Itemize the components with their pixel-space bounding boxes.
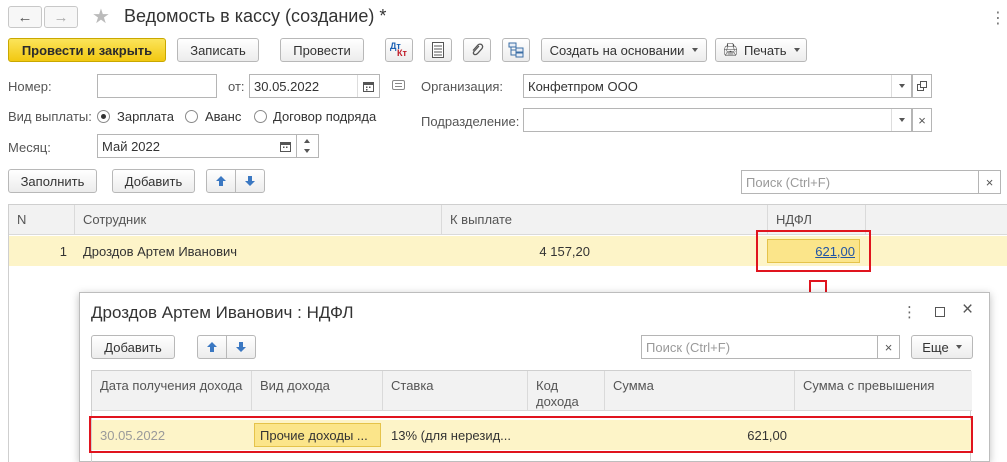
col-sum[interactable]: Сумма — [605, 371, 795, 410]
dropdown-button[interactable] — [891, 75, 911, 97]
cell-n: 1 — [59, 243, 67, 259]
col-income-code[interactable]: Код дохода — [528, 371, 605, 410]
fill-button[interactable]: Заполнить — [8, 169, 97, 193]
chevron-down-icon — [955, 345, 962, 349]
printer-icon: 🖨 — [722, 42, 739, 57]
chevron-down-icon — [898, 118, 905, 122]
journal-button[interactable] — [424, 38, 452, 62]
close-icon: × — [985, 174, 994, 190]
chevron-down-icon — [793, 48, 800, 52]
dialog-more-icon[interactable]: ⋮ — [902, 303, 917, 321]
post-and-close-button[interactable]: Провести и закрыть — [8, 38, 166, 62]
create-based-on-button[interactable]: Создать на основании — [541, 38, 707, 62]
clear-division-button[interactable]: × — [912, 108, 932, 132]
add-row-button[interactable]: Добавить — [112, 169, 195, 193]
calendar-icon[interactable] — [357, 75, 379, 97]
move-down-button[interactable] — [235, 169, 265, 193]
paperclip-icon — [472, 43, 484, 56]
col-employee[interactable]: Сотрудник — [75, 205, 442, 234]
step-down-icon[interactable] — [304, 149, 310, 153]
arrow-down-icon — [245, 176, 255, 186]
maximize-icon[interactable] — [935, 307, 945, 317]
comment-icon[interactable] — [392, 80, 405, 90]
table-search-input[interactable]: Поиск (Ctrl+F) — [741, 170, 979, 194]
chevron-down-icon — [898, 84, 905, 88]
save-button[interactable]: Записать — [177, 38, 259, 62]
dialog-search-clear-button[interactable]: × — [878, 335, 900, 359]
favorite-star-icon[interactable]: ★ — [92, 4, 110, 29]
cell-employee: Дроздов Артем Иванович — [83, 243, 238, 259]
forward-button[interactable]: → — [44, 6, 78, 28]
organization-input[interactable]: Конфетпром ООО — [523, 74, 912, 98]
dt-kt-icon: Дт Кт — [390, 41, 407, 58]
move-up-button[interactable] — [206, 169, 236, 193]
annotation-dialog-row-highlight — [89, 416, 973, 453]
date-input[interactable]: 30.05.2022 — [249, 74, 380, 98]
number-label: Номер: — [8, 79, 52, 94]
month-label: Месяц: — [8, 140, 51, 155]
number-input[interactable] — [97, 74, 217, 98]
close-icon: × — [918, 112, 926, 128]
radio-advance-label[interactable]: Аванс — [205, 109, 241, 124]
radio-contract[interactable] — [254, 110, 267, 123]
arrow-up-icon — [207, 342, 217, 352]
close-icon: × — [884, 339, 893, 355]
table-list-icon — [432, 42, 444, 58]
hierarchy-icon — [508, 42, 524, 58]
col-income-date[interactable]: Дата получения дохода — [92, 371, 252, 410]
month-input[interactable]: Май 2022 — [97, 134, 297, 158]
structure-button[interactable] — [502, 38, 530, 62]
radio-salary[interactable] — [97, 110, 110, 123]
radio-contract-label[interactable]: Договор подряда — [273, 109, 376, 124]
step-up-icon[interactable] — [304, 139, 310, 143]
col-n[interactable]: N — [9, 205, 75, 234]
open-organization-button[interactable] — [912, 74, 932, 98]
col-excess-sum[interactable]: Сумма с превышения — [795, 371, 972, 410]
division-input[interactable] — [523, 108, 912, 132]
radio-salary-label[interactable]: Зарплата — [117, 109, 174, 124]
open-external-icon — [917, 81, 927, 91]
arrow-right-icon: → — [53, 8, 69, 26]
dialog-title: Дроздов Артем Иванович : НДФЛ — [91, 303, 354, 322]
cell-to-pay: 4 157,20 — [539, 243, 590, 259]
arrow-down-icon — [236, 342, 246, 352]
attach-button[interactable] — [463, 38, 491, 62]
dt-kt-button[interactable]: Дт Кт — [385, 38, 413, 62]
calendar-icon[interactable] — [274, 135, 296, 157]
radio-advance[interactable] — [185, 110, 198, 123]
organization-label: Организация: — [421, 79, 504, 94]
annotation-ndfl-highlight — [756, 230, 871, 272]
dropdown-button[interactable] — [891, 109, 911, 131]
col-rate[interactable]: Ставка — [383, 371, 528, 410]
dialog-table-header: Дата получения дохода Вид дохода Ставка … — [92, 371, 972, 411]
title-bar: ← → ★ Ведомость в кассу (создание) * ⋮ — [0, 0, 1007, 34]
arrow-left-icon: ← — [17, 8, 33, 26]
post-button[interactable]: Провести — [280, 38, 364, 62]
date-label: от: — [228, 79, 245, 94]
dialog-move-down-button[interactable] — [226, 335, 256, 359]
dialog-more-button[interactable]: Еще — [911, 335, 973, 359]
close-icon[interactable]: × — [962, 299, 973, 321]
division-label: Подразделение: — [421, 114, 520, 129]
dialog-move-up-button[interactable] — [197, 335, 227, 359]
arrow-up-icon — [216, 176, 226, 186]
window-more-icon[interactable]: ⋮ — [990, 8, 1006, 28]
payment-type-label: Вид выплаты: — [8, 109, 92, 124]
dialog-add-button[interactable]: Добавить — [91, 335, 175, 359]
col-to-pay[interactable]: К выплате — [442, 205, 768, 234]
month-stepper[interactable] — [297, 134, 319, 158]
dialog-search-input[interactable]: Поиск (Ctrl+F) — [641, 335, 878, 359]
col-income-type[interactable]: Вид дохода — [252, 371, 383, 410]
back-button[interactable]: ← — [8, 6, 42, 28]
window-title: Ведомость в кассу (создание) * — [124, 6, 387, 26]
print-button[interactable]: 🖨 Печать — [715, 38, 807, 62]
chevron-down-icon — [692, 48, 699, 52]
table-search-clear-button[interactable]: × — [979, 170, 1001, 194]
